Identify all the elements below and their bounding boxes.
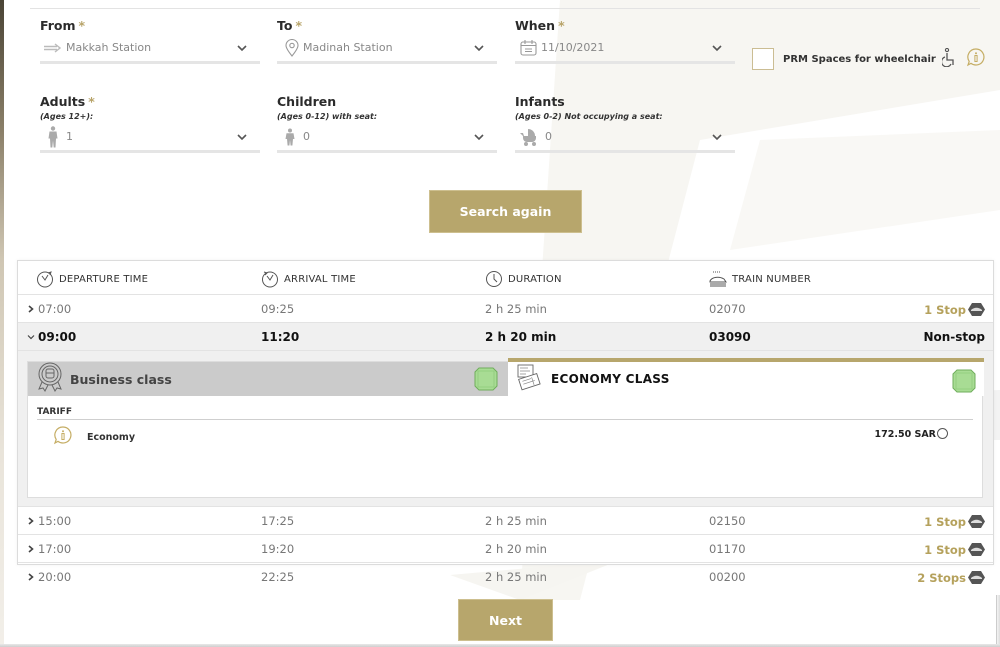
chevron-right-icon[interactable] bbox=[26, 304, 36, 314]
stop-icon bbox=[968, 543, 985, 556]
tab-economy-class[interactable]: ECONOMY CLASS bbox=[508, 358, 984, 396]
chevron-down-icon bbox=[712, 45, 722, 52]
table-row-selected[interactable]: 09:00 11:20 2 h 20 min 03090 Non-stop bbox=[18, 323, 993, 351]
to-label: To bbox=[277, 18, 293, 33]
location-pin-icon bbox=[283, 38, 301, 57]
next-button[interactable]: Next bbox=[458, 599, 553, 641]
seat-available-icon bbox=[474, 367, 498, 391]
prm-label: PRM Spaces for wheelchair bbox=[783, 53, 936, 65]
tariff-header: TARIFF bbox=[37, 407, 72, 417]
info-icon[interactable] bbox=[53, 425, 73, 449]
required-mark: * bbox=[295, 18, 303, 33]
stop-icon bbox=[968, 571, 985, 584]
wheelchair-icon bbox=[940, 47, 957, 71]
chevron-down-icon bbox=[474, 134, 484, 141]
when-label: When bbox=[515, 18, 556, 33]
tariff-radio[interactable] bbox=[937, 428, 948, 439]
children-label: Children bbox=[277, 94, 337, 109]
infants-value: 0 bbox=[545, 130, 552, 143]
children-sublabel: (Ages 0-12) with seat: bbox=[277, 112, 378, 121]
adult-icon bbox=[44, 125, 62, 147]
column-train-number: TRAIN NUMBER bbox=[709, 270, 811, 288]
top-divider bbox=[30, 8, 980, 9]
from-value: Makkah Station bbox=[66, 41, 152, 54]
children-field: Children (Ages 0-12) with seat: 0 bbox=[277, 94, 497, 153]
date-value: 11/10/2021 bbox=[541, 41, 605, 54]
stops-badge[interactable]: 1 Stop bbox=[924, 542, 985, 557]
date-select[interactable]: 11/10/2021 bbox=[515, 34, 735, 64]
fare-detail-panel: Business class ECONOMY CLASS TARIFF Econ… bbox=[18, 351, 993, 507]
tickets-icon bbox=[516, 364, 543, 395]
adults-sublabel: (Ages 12+): bbox=[40, 112, 94, 121]
chevron-right-icon[interactable] bbox=[26, 572, 36, 582]
infants-field: Infants (Ages 0-2) Not occupying a seat:… bbox=[515, 94, 735, 153]
adults-label: Adults bbox=[40, 94, 86, 109]
infants-select[interactable]: 0 bbox=[515, 123, 735, 153]
stop-icon bbox=[968, 303, 985, 316]
prm-checkbox[interactable] bbox=[752, 48, 774, 70]
stops-badge[interactable]: 1 Stop bbox=[924, 514, 985, 529]
chevron-down-icon bbox=[237, 134, 247, 141]
table-row[interactable]: 20:00 22:25 2 h 25 min 00200 2 Stops bbox=[18, 563, 993, 591]
table-header: DEPARTURE TIME ARRIVAL TIME DURATION TRA… bbox=[18, 261, 993, 295]
chevron-down-icon bbox=[474, 45, 484, 52]
table-row[interactable]: 07:00 09:25 2 h 25 min 02070 1 Stop bbox=[18, 295, 993, 323]
when-field: When * 11/10/2021 bbox=[515, 18, 735, 64]
clock-icon bbox=[486, 271, 502, 287]
stop-icon bbox=[968, 515, 985, 528]
search-again-button[interactable]: Search again bbox=[429, 190, 582, 233]
required-mark: * bbox=[78, 18, 86, 33]
chevron-down-icon[interactable] bbox=[26, 332, 36, 342]
stops-badge[interactable]: 1 Stop bbox=[924, 302, 985, 317]
child-icon bbox=[281, 128, 299, 146]
arrival-clock-icon bbox=[262, 271, 278, 288]
to-value: Madinah Station bbox=[303, 41, 393, 54]
children-value: 0 bbox=[303, 130, 310, 143]
info-icon[interactable] bbox=[966, 47, 986, 71]
from-field: From * Makkah Station bbox=[40, 18, 260, 64]
chevron-right-icon[interactable] bbox=[26, 544, 36, 554]
tariff-divider bbox=[37, 419, 973, 420]
train-icon bbox=[709, 271, 727, 287]
stops-badge: Non-stop bbox=[923, 330, 985, 344]
left-edge-strip bbox=[0, 0, 4, 647]
stops-badge[interactable]: 2 Stops bbox=[917, 570, 985, 585]
table-row[interactable]: 15:00 17:25 2 h 25 min 02150 1 Stop bbox=[18, 507, 993, 535]
prm-option: PRM Spaces for wheelchair bbox=[752, 47, 986, 71]
tariff-row: Economy bbox=[53, 425, 135, 449]
chevron-right-icon[interactable] bbox=[26, 516, 36, 526]
from-select[interactable]: Makkah Station bbox=[40, 34, 260, 64]
tariff-name: Economy bbox=[87, 431, 136, 443]
arrow-right-icon bbox=[44, 39, 62, 57]
column-duration: DURATION bbox=[485, 270, 562, 288]
adults-field: Adults * (Ages 12+): 1 bbox=[40, 94, 260, 153]
chevron-down-icon bbox=[712, 134, 722, 141]
medal-icon bbox=[36, 362, 64, 396]
seat-available-icon bbox=[952, 369, 976, 393]
column-arrival: ARRIVAL TIME bbox=[261, 270, 356, 288]
adults-select[interactable]: 1 bbox=[40, 123, 260, 153]
tariff-price: 172.50 SAR bbox=[874, 429, 936, 440]
infants-label: Infants bbox=[515, 94, 565, 109]
required-mark: * bbox=[88, 94, 95, 109]
adults-value: 1 bbox=[66, 130, 73, 143]
infants-sublabel: (Ages 0-2) Not occupying a seat: bbox=[515, 112, 663, 121]
tab-business-class[interactable]: Business class bbox=[28, 362, 508, 396]
column-departure: DEPARTURE TIME bbox=[36, 270, 148, 288]
departure-clock-icon bbox=[37, 271, 53, 288]
results-table: DEPARTURE TIME ARRIVAL TIME DURATION TRA… bbox=[17, 260, 994, 585]
calendar-icon bbox=[519, 39, 537, 57]
required-mark: * bbox=[558, 18, 565, 33]
scrollbar-edge[interactable] bbox=[996, 595, 1000, 647]
stroller-icon bbox=[519, 128, 541, 146]
children-select[interactable]: 0 bbox=[277, 123, 497, 153]
to-select[interactable]: Madinah Station bbox=[277, 34, 497, 64]
table-row[interactable]: 17:00 19:20 2 h 20 min 01170 1 Stop bbox=[18, 535, 993, 563]
from-label: From bbox=[40, 18, 76, 33]
chevron-down-icon bbox=[237, 45, 247, 52]
to-field: To * Madinah Station bbox=[277, 18, 497, 64]
